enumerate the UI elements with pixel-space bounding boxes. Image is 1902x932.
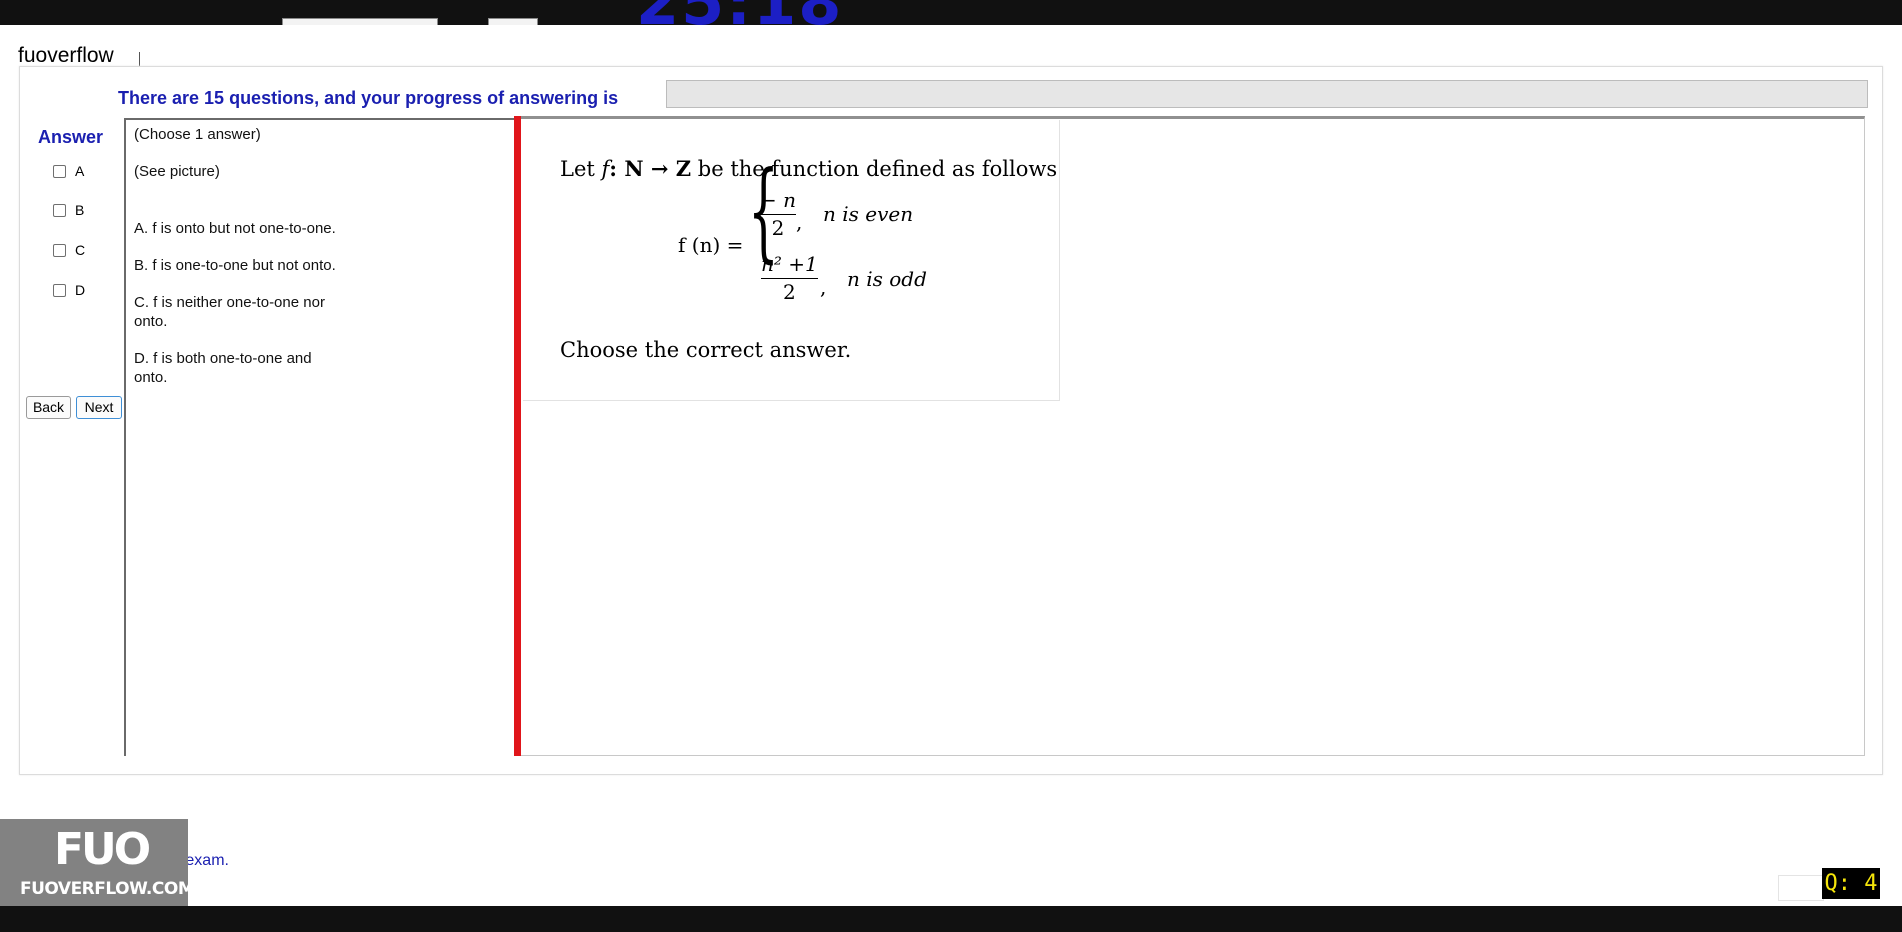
question-number-badge: Q: 4 — [1822, 868, 1880, 899]
top-bar: 25:18 — [0, 0, 1902, 25]
exam-timer: 25:18 — [636, 0, 843, 25]
question-image: Let f: N → Z be the function defined as … — [523, 120, 1060, 401]
choice-b-text: B. f is one-to-one but not onto. — [134, 256, 336, 275]
intro-prefix: Let — [560, 157, 602, 181]
case1-condition: n is even — [823, 202, 914, 226]
progress-label: There are 15 questions, and your progres… — [118, 88, 619, 108]
choice-line: D. f is both one-to-one and — [134, 350, 312, 367]
choice-c-text: C. f is neither one-to-one nor onto. — [134, 293, 325, 331]
checkbox-a[interactable] — [53, 164, 66, 178]
answer-title: Answer — [38, 127, 104, 147]
function-lhs: f (n) = — [678, 233, 744, 257]
case1-separator: , — [796, 210, 803, 234]
pane-splitter[interactable] — [514, 116, 521, 756]
fraction-bar — [761, 278, 818, 279]
answer-option-label: B — [75, 202, 85, 218]
back-button[interactable]: Back — [26, 396, 71, 419]
checkbox-b[interactable] — [53, 203, 66, 217]
bottom-input-box[interactable] — [1778, 875, 1824, 901]
case2-condition: n is odd — [847, 267, 927, 291]
top-combo-box[interactable] — [282, 18, 438, 25]
answer-option-label: A — [75, 163, 85, 179]
fuoverflow-logo: FUO FUOVERFLOW.COM — [0, 819, 195, 906]
answer-option-label: D — [75, 282, 86, 298]
choice-line: A. f is onto but not one-to-one. — [134, 220, 336, 237]
logo-text: FUO — [54, 824, 151, 875]
answer-option-c[interactable]: C — [53, 242, 85, 258]
checkbox-d[interactable] — [53, 283, 66, 297]
choose-instruction: (Choose 1 answer) — [134, 126, 261, 143]
case2-numerator: n² +1 — [761, 252, 818, 276]
intro-suffix: be the function defined as follows — [691, 157, 1058, 181]
see-picture-note: (See picture) — [134, 163, 220, 180]
choice-line: onto. — [134, 369, 168, 386]
choice-line: C. f is neither one-to-one nor — [134, 294, 325, 311]
case2-separator: , — [820, 275, 827, 299]
logo-url: FUOVERFLOW.COM — [20, 879, 195, 899]
answer-option-label: C — [75, 242, 86, 258]
answer-option-d[interactable]: D — [53, 282, 85, 298]
case2-fraction: n² +1 2 — [761, 252, 818, 304]
case1-numerator: − n — [760, 188, 796, 212]
bottom-bar — [0, 906, 1902, 932]
case1-fraction: − n 2 — [760, 188, 796, 240]
question-closing: Choose the correct answer. — [560, 338, 852, 362]
case2-denominator: 2 — [783, 280, 796, 304]
choice-line: onto. — [134, 313, 168, 330]
question-intro: Let f: N → Z be the function defined as … — [560, 156, 1057, 181]
intro-mapping: : N → Z — [609, 156, 692, 181]
fraction-bar — [760, 214, 796, 215]
next-button[interactable]: Next — [76, 396, 122, 419]
progress-bar — [666, 80, 1868, 108]
answer-option-b[interactable]: B — [53, 202, 84, 218]
answer-option-a[interactable]: A — [53, 163, 84, 179]
top-small-box[interactable] — [488, 18, 538, 25]
app-name: fuoverflow — [18, 44, 114, 67]
case1-denominator: 2 — [771, 216, 785, 240]
choice-a-text: A. f is onto but not one-to-one. — [134, 219, 336, 238]
choice-line: B. f is one-to-one but not onto. — [134, 257, 336, 274]
choices-box — [124, 118, 518, 756]
choice-d-text: D. f is both one-to-one and onto. — [134, 349, 312, 387]
checkbox-c[interactable] — [53, 243, 66, 257]
